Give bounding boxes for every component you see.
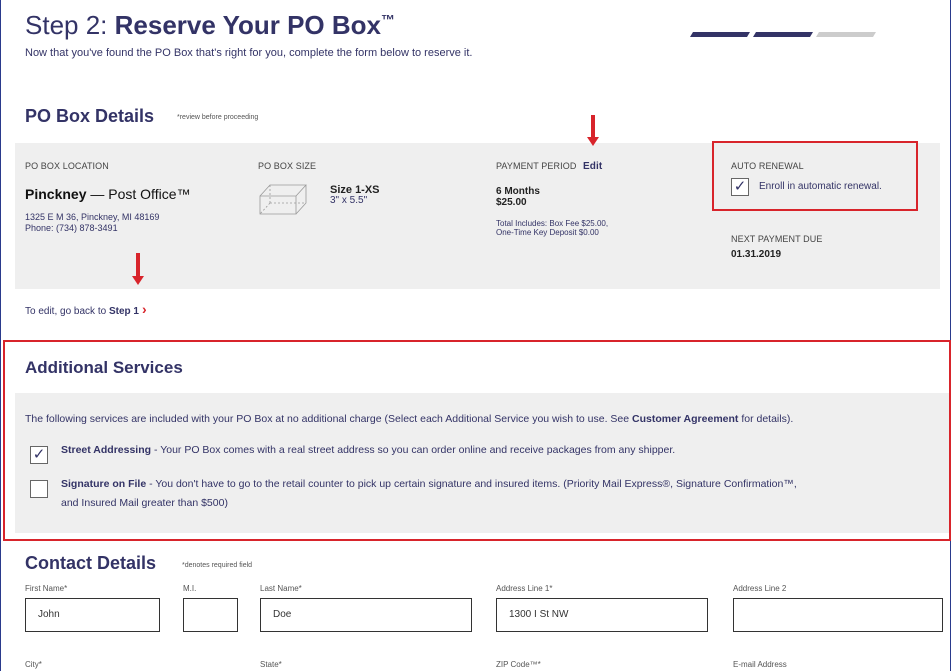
last-name-label: Last Name* [260,584,302,593]
middle-initial-label: M.I. [183,584,197,593]
city-label: City* [25,660,42,669]
page-subtitle: Now that you've found the PO Box that's … [25,47,473,59]
po-box-details-heading: PO Box Details [25,106,155,126]
location-name: Pinckney — Post Office™ [25,186,191,202]
location-address: 1325 E M 36, Pinckney, MI 48169 [25,212,160,222]
address-line1-input[interactable]: 1300 I St NW [496,598,708,632]
zip-code-label: ZIP Code™* [496,660,541,669]
chevron-right-icon[interactable]: › [142,301,147,317]
page-title: Step 2: Reserve Your PO Box™ [25,10,395,41]
auto-renewal-checkbox[interactable]: ✓ [731,178,749,196]
address-line1-label: Address Line 1* [496,584,553,593]
state-label: State* [260,660,282,669]
required-field-note: *denotes required field [182,562,253,569]
customer-agreement-link[interactable]: Customer Agreement [632,413,738,425]
checkmark-icon: ✓ [733,178,747,195]
middle-initial-input[interactable] [183,598,238,632]
size-dimensions: 3" x 5.5" [330,195,368,206]
first-name-label: First Name* [25,584,68,593]
additional-services-heading: Additional Services [25,358,183,377]
signature-on-file-checkbox[interactable] [30,480,48,498]
email-label: E-mail Address [733,660,787,669]
payment-includes-line2: One-Time Key Deposit $0.00 [496,228,599,237]
contact-details-heading: Contact Details [25,553,157,573]
step-progress-bar [690,24,879,37]
auto-renewal-label: AUTO RENEWAL [731,161,804,171]
step-prefix: Step 2: [25,10,115,40]
next-payment-label: NEXT PAYMENT DUE [731,234,823,244]
street-addressing-name: Street Addressing [61,444,152,456]
progress-segments [690,32,876,37]
first-name-input[interactable]: John [25,598,160,632]
location-label: PO BOX LOCATION [25,161,109,171]
auto-renewal-highlight [712,141,918,211]
location-phone: Phone: (734) 878-3491 [25,223,118,233]
edit-hint: To edit, go back to Step 1 › [25,301,147,317]
services-intro: The following services are included with… [25,413,793,425]
signature-on-file-description-line2: and Insured Mail greater than $500) [61,497,228,509]
street-addressing-label[interactable]: Street Addressing - Your PO Box comes wi… [61,444,675,456]
auto-renewal-checkbox-label[interactable]: Enroll in automatic renewal. [759,182,882,192]
address-line2-input[interactable] [733,598,943,632]
trademark-symbol: ™ [381,11,395,28]
edit-pointer-arrow [587,115,599,146]
payment-period-label: PAYMENT PERIOD Edit [496,161,602,172]
progress-segment-3 [816,32,876,37]
payment-period-label-text: PAYMENT PERIOD [496,161,577,171]
signature-on-file-label[interactable]: Signature on File - You don't have to go… [61,478,797,490]
progress-segment-1 [690,32,750,37]
signature-on-file-description: - You don't have to go to the retail cou… [146,478,797,490]
street-addressing-description: - Your PO Box comes with a real street a… [151,444,676,456]
step1-pointer-arrow [132,253,144,285]
title-text: Reserve Your PO Box [114,10,381,40]
review-note: *review before proceeding [177,114,259,121]
location-type: Post Office™ [108,186,191,202]
services-intro-text: The following services are included with… [25,413,633,425]
services-intro-end: for details). [738,413,794,425]
location-city: Pinckney [25,186,87,202]
left-frame-border [0,0,1,671]
step1-link[interactable]: Step 1 [109,306,139,317]
edit-hint-text: To edit, go back to [25,306,109,317]
payment-edit-link[interactable]: Edit [583,161,602,172]
checkmark-icon: ✓ [32,446,46,463]
box-outline-icon [259,184,307,215]
street-addressing-checkbox[interactable]: ✓ [30,446,48,464]
size-label: PO BOX SIZE [258,161,317,171]
address-line2-label: Address Line 2 [733,584,787,593]
progress-segment-2 [753,32,813,37]
payment-period-value: 6 Months [496,186,540,197]
last-name-input[interactable]: Doe [260,598,472,632]
payment-amount: $25.00 [496,197,527,208]
signature-on-file-name: Signature on File [61,478,147,490]
next-payment-date: 01.31.2019 [731,249,782,260]
